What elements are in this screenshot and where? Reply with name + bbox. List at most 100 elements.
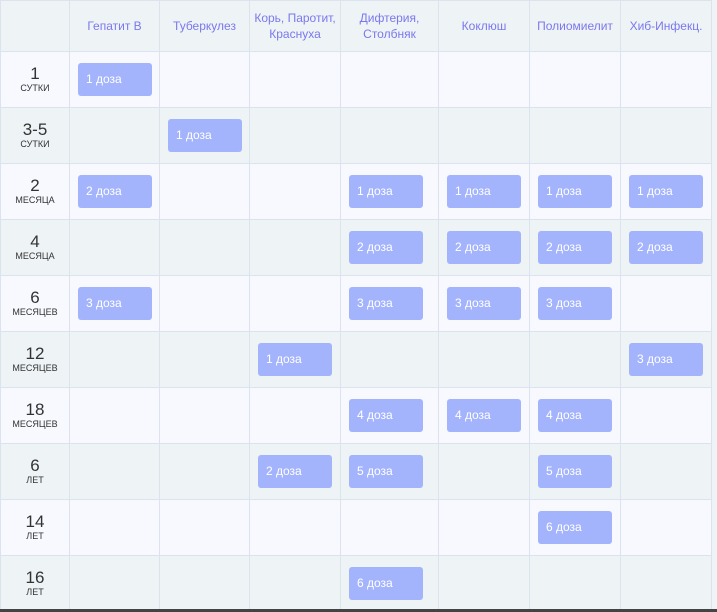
schedule-cell [529,107,621,164]
schedule-cell [69,107,160,164]
schedule-cell: 4 доза [529,387,621,444]
vaccination-schedule-table: Гепатит В Туберкулез Корь, Паротит, Красну… [0,0,712,612]
column-header: Коклюш [438,0,530,52]
schedule-cell [159,51,250,108]
age-number: 6 [30,456,40,475]
age-number: 2 [30,176,40,195]
column-header: Гепатит В [69,0,160,52]
schedule-cell [69,219,160,276]
age-unit: месяца [15,195,55,205]
dose-badge[interactable]: 1 доза [538,175,612,208]
dose-badge[interactable]: 3 доза [538,287,612,320]
schedule-cell: 6 доза [340,555,439,612]
schedule-cell [69,387,160,444]
age-number: 14 [25,512,45,531]
schedule-cell [159,555,250,612]
corner-cell [0,0,70,52]
age-unit: месяцев [12,363,58,373]
schedule-cell: 1 доза [438,163,530,220]
schedule-cell [438,107,530,164]
table-row: 4 месяца 2 доза 2 доза 2 доза 2 доза [0,219,712,276]
dose-badge[interactable]: 1 доза [78,63,152,96]
schedule-cell: 2 доза [620,219,712,276]
age-unit: лет [26,587,44,597]
age-cell: 18 месяцев [0,387,70,444]
dose-badge[interactable]: 1 доза [258,343,332,376]
schedule-cell [340,331,439,388]
schedule-cell: 2 доза [249,443,341,500]
age-cell: 12 месяцев [0,331,70,388]
schedule-cell [159,331,250,388]
schedule-cell: 1 доза [249,331,341,388]
schedule-cell [159,387,250,444]
dose-badge[interactable]: 4 доза [349,399,423,432]
schedule-cell: 5 доза [340,443,439,500]
column-header: Дифтерия, Столбняк [340,0,439,52]
schedule-cell: 1 доза [620,163,712,220]
age-unit: лет [26,531,44,541]
table-row: 6 месяцев 3 доза 3 доза 3 доза 3 доза [0,275,712,332]
schedule-cell: 2 доза [438,219,530,276]
table-row: 2 месяца 2 доза 1 доза 1 доза 1 доза 1 доза [0,163,712,220]
dose-badge[interactable]: 1 доза [349,175,423,208]
age-unit: месяцев [12,419,58,429]
schedule-cell: 3 доза [529,275,621,332]
age-unit: месяца [15,251,55,261]
schedule-cell [249,387,341,444]
dose-badge[interactable]: 4 доза [538,399,612,432]
age-unit: лет [26,475,44,485]
schedule-cell [438,331,530,388]
age-number: 18 [25,400,45,419]
schedule-cell [529,331,621,388]
dose-badge[interactable]: 2 доза [258,455,332,488]
dose-badge[interactable]: 3 доза [629,343,703,376]
schedule-cell [159,443,250,500]
age-cell: 3-5 сутки [0,107,70,164]
schedule-cell: 6 доза [529,499,621,556]
schedule-cell: 1 доза [159,107,250,164]
schedule-cell [249,107,341,164]
schedule-cell [159,163,250,220]
dose-badge[interactable]: 2 доза [447,231,521,264]
dose-badge[interactable]: 4 доза [447,399,521,432]
dose-badge[interactable]: 1 доза [447,175,521,208]
schedule-cell: 2 доза [69,163,160,220]
schedule-cell [249,275,341,332]
age-unit: сутки [20,139,50,149]
schedule-cell [159,219,250,276]
schedule-cell: 1 доза [69,51,160,108]
dose-badge[interactable]: 3 доза [78,287,152,320]
dose-badge[interactable]: 5 доза [538,455,612,488]
dose-badge[interactable]: 2 доза [629,231,703,264]
dose-badge[interactable]: 2 доза [538,231,612,264]
age-number: 16 [25,568,45,587]
schedule-cell [249,219,341,276]
dose-badge[interactable]: 1 доза [629,175,703,208]
age-cell: 2 месяца [0,163,70,220]
dose-badge[interactable]: 6 доза [538,511,612,544]
age-unit: месяцев [12,307,58,317]
schedule-cell: 4 доза [340,387,439,444]
dose-badge[interactable]: 6 доза [349,567,423,600]
table-row: 3-5 сутки 1 доза [0,107,712,164]
schedule-cell [159,499,250,556]
dose-badge[interactable]: 3 доза [447,287,521,320]
dose-badge[interactable]: 2 доза [78,175,152,208]
age-cell: 6 лет [0,443,70,500]
schedule-cell [620,555,712,612]
dose-badge[interactable]: 1 доза [168,119,242,152]
age-number: 6 [30,288,40,307]
schedule-cell: 3 доза [620,331,712,388]
dose-badge[interactable]: 2 доза [349,231,423,264]
dose-badge[interactable]: 5 доза [349,455,423,488]
table-row: 12 месяцев 1 доза 3 доза [0,331,712,388]
schedule-cell [438,51,530,108]
dose-badge[interactable]: 3 доза [349,287,423,320]
age-number: 12 [25,344,45,363]
table-row: 6 лет 2 доза 5 доза 5 доза [0,443,712,500]
schedule-cell [620,107,712,164]
schedule-cell [340,107,439,164]
table-row: 16 лет 6 доза [0,555,712,612]
schedule-cell: 5 доза [529,443,621,500]
header-row: Гепатит В Туберкулез Корь, Паротит, Красну… [0,0,712,52]
